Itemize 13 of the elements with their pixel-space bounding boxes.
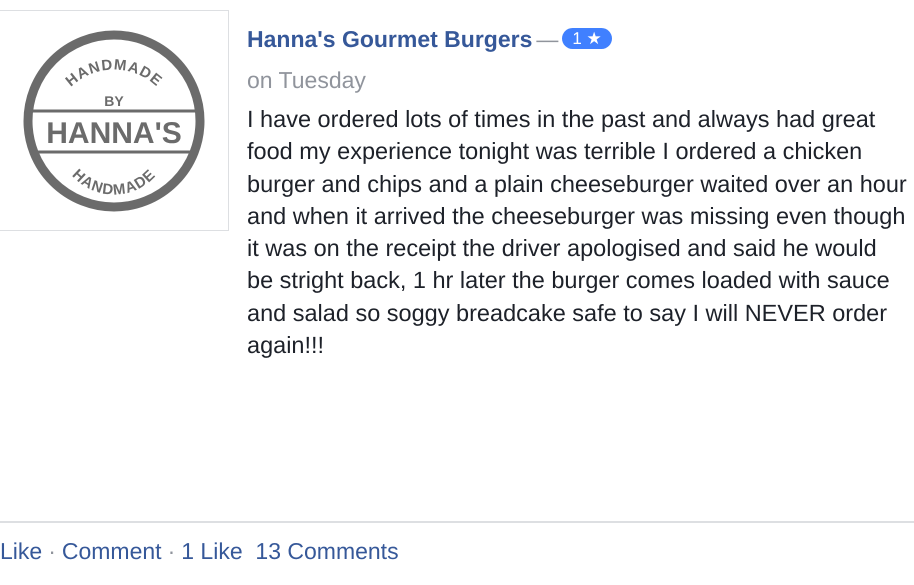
- rating-badge: 1 ★: [562, 28, 612, 49]
- stamp-banner-text: HANNA'S: [46, 116, 182, 150]
- action-link[interactable]: Comment: [62, 534, 162, 568]
- action-link[interactable]: Like: [0, 534, 42, 568]
- count-link[interactable]: 13 Comments: [255, 534, 399, 568]
- stamp-text: BY: [104, 92, 124, 108]
- page-name-link[interactable]: Hanna's Gourmet Burgers: [247, 26, 532, 52]
- separator-dot: ·: [48, 536, 56, 566]
- separator-dot: ·: [168, 536, 176, 566]
- count-link[interactable]: 1 Like: [181, 534, 243, 568]
- review-text: I have ordered lots of times in the past and always had great food my experience tonight was terrible I ordered a chicken burger and chips and a plain cheeseburger waited over an hour and when it arrived the cheeseburger was missing even though it was on the receipt the driver apologised and said he would be stright back, 1 hr later the burger comes loaded with sauce and salad so soggy breadcake safe to say I will NEVER order again!!!: [247, 105, 907, 360]
- separator: —: [536, 27, 558, 52]
- timestamp: on Tuesday: [247, 66, 367, 95]
